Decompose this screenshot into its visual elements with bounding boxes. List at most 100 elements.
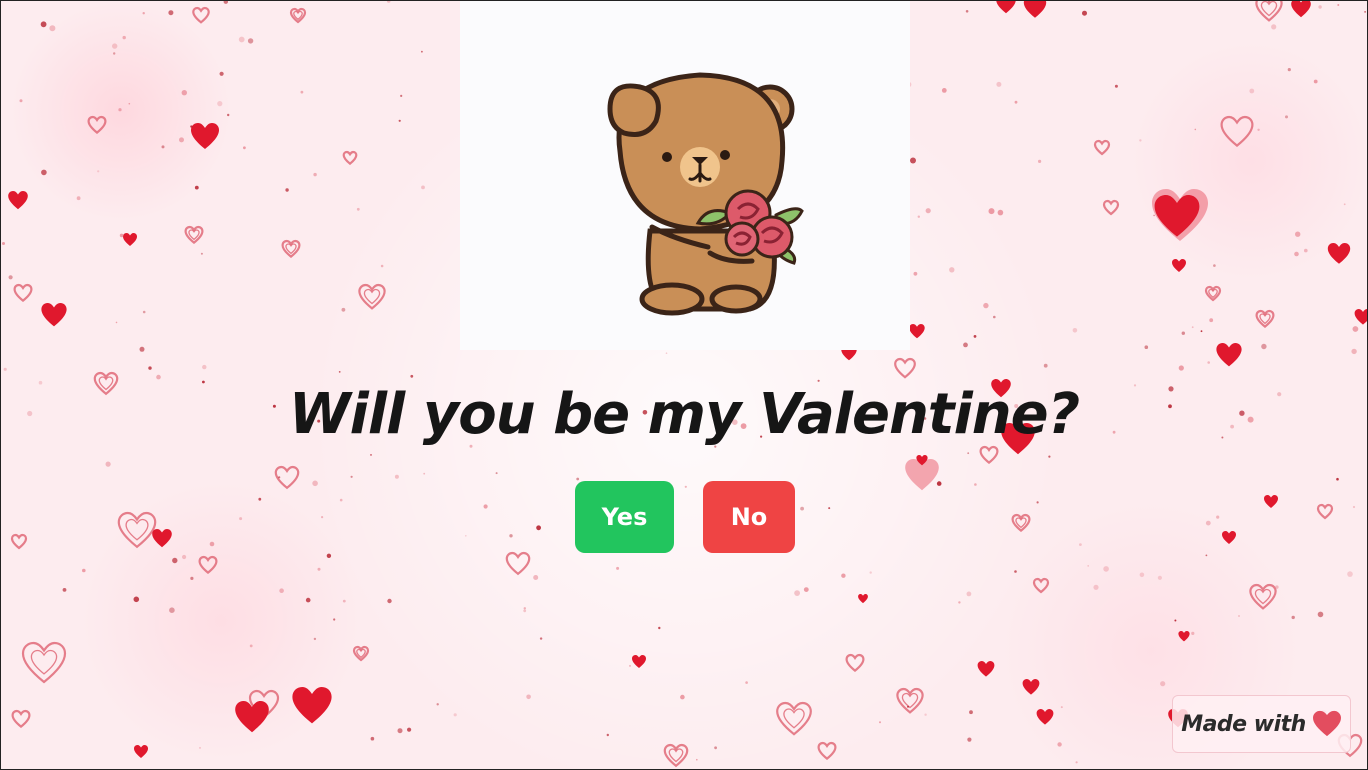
background-dot: [421, 50, 423, 53]
background-dot: [181, 90, 187, 96]
background-dot: [76, 196, 81, 201]
background-dot: [1313, 79, 1318, 84]
background-dot: [1079, 543, 1082, 546]
background-dot: [1075, 761, 1078, 764]
background-dot: [1337, 4, 1340, 6]
yes-button[interactable]: Yes: [575, 481, 674, 553]
background-heart-icon: [1222, 531, 1236, 544]
background-dot: [139, 346, 145, 352]
background-heart-icon: [13, 283, 33, 303]
background-heart-icon: [289, 7, 307, 24]
background-dot: [1295, 231, 1301, 237]
background-dot: [869, 571, 872, 574]
background-dot: [1153, 214, 1155, 217]
background-heart-icon: [1032, 577, 1050, 594]
background-dot: [105, 461, 111, 467]
background-dot: [1144, 345, 1149, 350]
background-dot: [1114, 84, 1118, 88]
background-heart-icon: [632, 655, 646, 668]
background-dot: [333, 618, 336, 621]
background-dot: [696, 758, 698, 761]
background-heart-icon: [909, 324, 925, 339]
background-dot: [436, 703, 439, 706]
background-dot: [217, 101, 223, 107]
background-dot: [1048, 455, 1051, 458]
background-dot: [161, 145, 165, 149]
background-heart-icon: [505, 551, 531, 576]
background-dot: [398, 119, 401, 122]
background-dot: [996, 81, 1002, 87]
background-heart-icon: [358, 283, 386, 310]
background-heart-icon: [1178, 631, 1190, 642]
background-dot: [453, 713, 457, 717]
background-heart-icon: [1036, 709, 1054, 725]
background-dot: [3, 367, 7, 371]
background-dot: [194, 185, 199, 190]
background-dot: [988, 208, 995, 215]
background-dot: [907, 705, 909, 708]
background-dot: [495, 472, 498, 475]
background-heart-icon: [87, 115, 107, 135]
background-dot: [1271, 24, 1277, 30]
background-dot: [1014, 570, 1017, 573]
background-dot: [394, 474, 399, 479]
background-dot: [1352, 505, 1356, 509]
background-dot: [606, 733, 609, 737]
made-with-label: Made with: [1181, 711, 1306, 737]
background-heart-icon: [663, 743, 689, 768]
background-dot: [1036, 501, 1039, 504]
made-with-badge[interactable]: Made with: [1172, 695, 1351, 753]
background-dot: [483, 504, 488, 509]
background-dot: [128, 102, 131, 105]
background-dot: [182, 554, 187, 560]
background-dot: [1294, 251, 1299, 257]
background-dot: [967, 452, 970, 455]
background-dot: [1287, 68, 1291, 72]
background-heart-icon: [1354, 308, 1367, 325]
background-dot: [370, 736, 375, 741]
background-dot: [41, 169, 47, 176]
background-dot: [190, 576, 194, 581]
background-dot: [1317, 611, 1324, 618]
background-dot: [238, 36, 245, 43]
background-dot: [949, 267, 955, 273]
background-dot: [1191, 631, 1195, 636]
background-heart-icon: [41, 303, 67, 327]
teddy-bear-with-roses-image: [607, 72, 804, 316]
background-dot: [49, 25, 56, 32]
background-dot: [509, 534, 513, 538]
background-heart-icon: [342, 150, 358, 166]
background-dot: [258, 497, 262, 501]
background-dot: [539, 637, 543, 640]
background-dot: [97, 170, 100, 173]
background-heart-icon: [858, 594, 868, 604]
background-dot: [326, 553, 332, 558]
background-heart-icon: [198, 555, 218, 575]
background-dot: [190, 125, 193, 128]
background-dot: [1347, 571, 1353, 577]
background-dot: [8, 275, 13, 280]
no-button[interactable]: No: [703, 481, 795, 553]
background-dot: [684, 485, 687, 488]
background-dot: [629, 664, 631, 667]
background-heart-icon: [281, 239, 301, 259]
background-dot: [828, 507, 831, 510]
background-dot: [658, 626, 661, 630]
hero-image-card: [460, 1, 910, 350]
background-dot: [1103, 566, 1109, 572]
background-dot: [1207, 361, 1210, 364]
background-dot: [1157, 575, 1162, 580]
background-heart-icon: [1011, 513, 1031, 533]
background-dot: [407, 727, 412, 732]
background-dot: [714, 746, 717, 750]
background-dot: [1178, 365, 1184, 371]
background-dot: [1318, 5, 1322, 9]
background-dot: [526, 694, 531, 700]
background-dot: [800, 506, 804, 511]
background-dot: [969, 710, 973, 715]
background-dot: [576, 477, 580, 481]
background-dot: [249, 644, 253, 648]
background-dot: [223, 1, 228, 4]
background-dot: [380, 264, 384, 268]
background-dot: [1181, 331, 1186, 335]
